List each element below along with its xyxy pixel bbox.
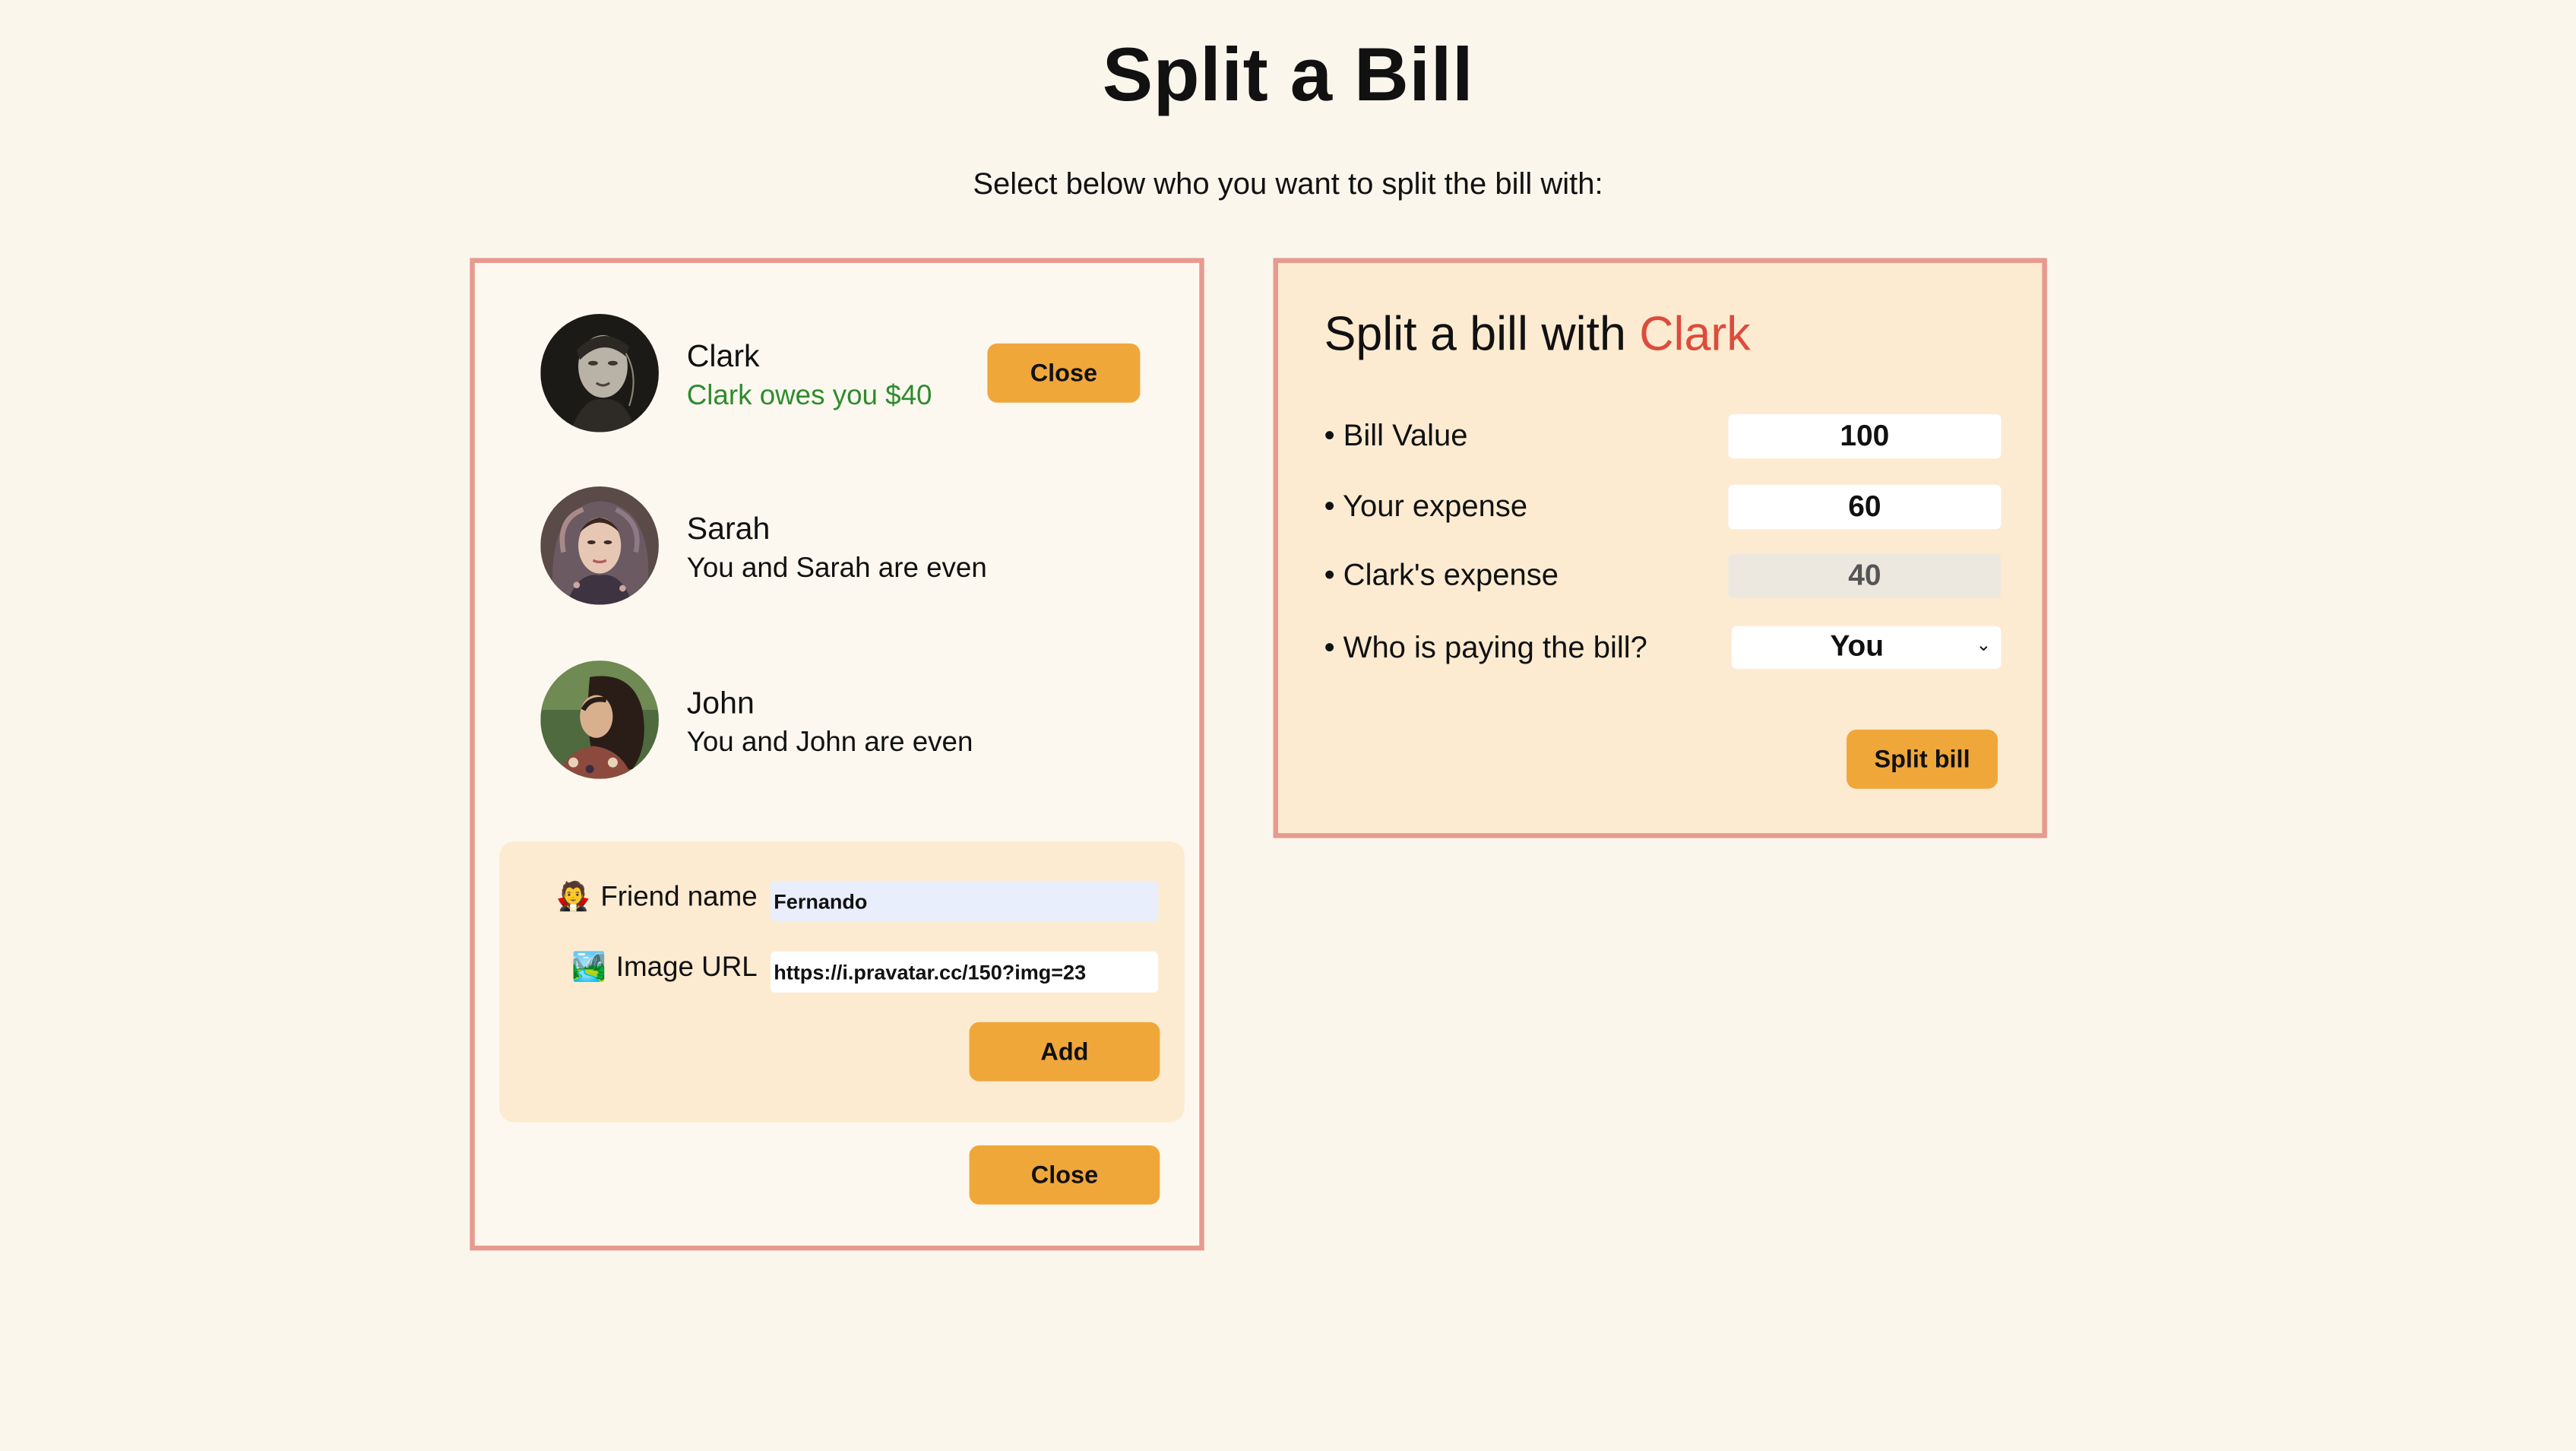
friend-expense-input <box>1728 553 2002 598</box>
payer-selected-value: You <box>1830 629 1885 663</box>
avatar <box>540 486 659 605</box>
split-bill-panel: Split a bill with Clark • Bill Value • Y… <box>1273 258 2047 838</box>
bill-value-label: • Bill Value <box>1324 417 1468 452</box>
avatar <box>540 661 659 779</box>
friend-balance-status: You and John are even <box>686 726 973 758</box>
friend-name-input[interactable] <box>770 880 1159 922</box>
image-url-label: 🏞️ Image URL <box>571 952 758 984</box>
image-url-input[interactable] <box>770 951 1159 993</box>
avatar-image <box>540 313 659 432</box>
your-expense-row: • Your expense <box>1324 484 2002 531</box>
friends-panel: Clark Clark owes you $40 Close Sarah You… <box>470 258 1204 1251</box>
add-friend-form: 🧛 Friend name 🏞️ Image URL Add <box>499 841 1185 1123</box>
vampire-icon: 🧛 <box>555 880 591 912</box>
friend-item-john[interactable]: John You and John are even <box>540 661 1165 782</box>
add-friend-button[interactable]: Add <box>969 1022 1160 1082</box>
friend-balance-status: Clark owes you $40 <box>686 379 932 411</box>
friend-balance-status: You and Sarah are even <box>686 552 987 584</box>
avatar-image <box>540 661 659 779</box>
payer-label: • Who is paying the bill? <box>1324 629 1647 664</box>
page-title: Split a Bill <box>1102 31 1474 117</box>
split-bill-heading: Split a bill with Clark <box>1324 309 1751 363</box>
friend-name: John <box>686 686 755 722</box>
friend-expense-label: • Clark's expense <box>1324 556 1559 592</box>
page: Split a Bill Select below who you want t… <box>0 0 2576 1451</box>
friend-name-label: 🧛 Friend name <box>556 881 758 914</box>
chevron-down-icon: ⌄ <box>1976 635 1992 656</box>
avatar-image <box>540 486 659 605</box>
split-bill-button[interactable]: Split bill <box>1847 729 1998 789</box>
friend-item-clark[interactable]: Clark Clark owes you $40 Close <box>540 313 1165 436</box>
your-expense-input[interactable] <box>1728 484 2002 530</box>
bill-value-row: • Bill Value <box>1324 413 2002 461</box>
friend-name-label-text: Friend name <box>600 880 758 912</box>
avatar <box>540 313 659 432</box>
friend-item-sarah[interactable]: Sarah You and Sarah are even <box>540 486 1165 608</box>
friend-name: Clark <box>686 340 760 375</box>
selected-friend-name: Clark <box>1639 309 1751 362</box>
split-heading-prefix: Split a bill with <box>1324 309 1640 362</box>
friend-name: Sarah <box>686 512 771 547</box>
close-friend-button[interactable]: Close <box>987 343 1141 403</box>
friend-expense-row: • Clark's expense <box>1324 553 2002 600</box>
landscape-icon: 🏞️ <box>571 951 606 983</box>
payer-row: • Who is paying the bill? You ⌄ <box>1324 626 2002 673</box>
image-url-label-text: Image URL <box>616 951 758 983</box>
bill-value-input[interactable] <box>1728 413 2002 459</box>
page-subtitle: Select below who you want to split the b… <box>973 166 1603 201</box>
close-form-button[interactable]: Close <box>969 1145 1160 1205</box>
your-expense-label: • Your expense <box>1324 488 1528 523</box>
payer-select[interactable]: You ⌄ <box>1731 626 2002 669</box>
